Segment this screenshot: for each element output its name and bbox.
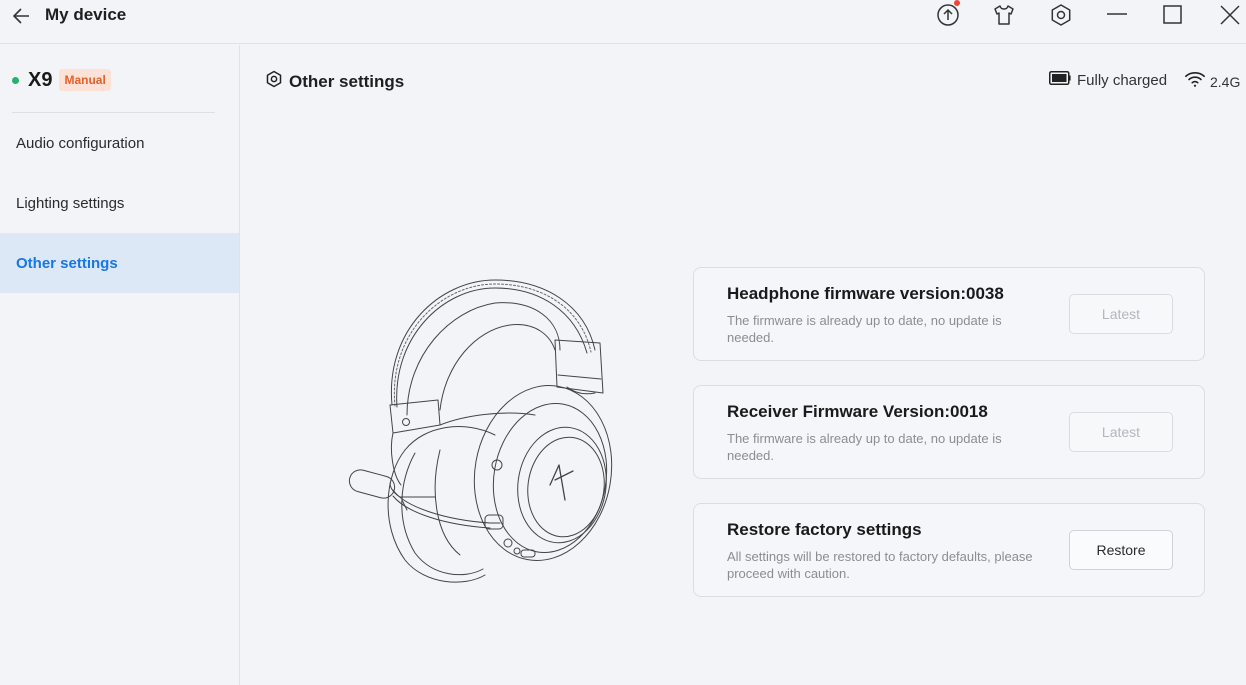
wifi-icon [1184,69,1206,94]
section-header: Other settings [265,69,404,94]
receiver-firmware-latest-button[interactable]: Latest [1069,412,1173,452]
sidebar-item-lighting-settings[interactable]: Lighting settings [0,173,239,233]
headset-illustration [345,275,620,590]
receiver-firmware-desc: The firmware is already up to date, no u… [727,431,1002,463]
battery-status: Fully charged [1049,71,1167,90]
window-title: My device [45,5,127,24]
maximize-icon[interactable] [1161,3,1185,27]
connection-text: 2.4G [1210,73,1241,90]
sidebar-item-audio-configuration[interactable]: Audio configuration [0,113,239,173]
sidebar: X9 Manual Audio configuration Lighting s… [0,45,240,685]
headphone-firmware-title: Headphone firmware version:0038 [727,284,1004,303]
title-bar: My device [0,0,1246,44]
headphone-firmware-card: Headphone firmware version:0038 The firm… [693,267,1205,361]
connection-status-dot [12,76,19,84]
page-title: Other settings [289,71,405,91]
mode-badge: Manual [59,69,111,91]
headphone-firmware-latest-button[interactable]: Latest [1069,294,1173,334]
close-icon[interactable] [1218,3,1242,27]
battery-icon [1049,71,1071,90]
back-arrow-icon[interactable] [10,4,34,28]
restore-factory-desc: All settings will be restored to factory… [727,549,1033,581]
connection-status: 2.4G [1184,69,1240,94]
battery-text: Fully charged [1077,72,1168,89]
restore-factory-card: Restore factory settings All settings wi… [693,503,1205,597]
device-name: X9 [28,68,53,91]
sidebar-item-other-settings[interactable]: Other settings [0,233,239,293]
receiver-firmware-title: Receiver Firmware Version:0018 [727,402,988,421]
shirt-icon[interactable] [992,3,1016,27]
restore-factory-title: Restore factory settings [727,520,922,539]
notification-dot [954,0,960,6]
headphone-firmware-desc: The firmware is already up to date, no u… [727,313,1002,345]
settings-hex-icon[interactable] [1049,3,1073,27]
settings-hex-icon [265,69,283,94]
restore-button[interactable]: Restore [1069,530,1173,570]
receiver-firmware-card: Receiver Firmware Version:0018 The firmw… [693,385,1205,479]
minimize-icon[interactable] [1105,3,1129,27]
upload-icon[interactable] [936,0,960,27]
device-header: X9 Manual [12,67,111,93]
